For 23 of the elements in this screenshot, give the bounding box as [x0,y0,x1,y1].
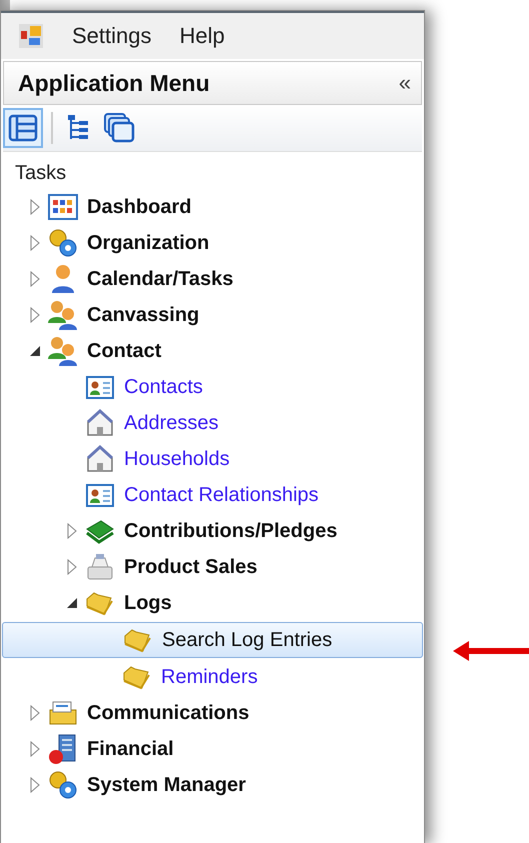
tree-item[interactable]: Contributions/Pledges [124,520,338,542]
menu-item[interactable]: Settings [72,23,152,49]
collapse-button[interactable]: « [396,70,413,96]
tree-link[interactable]: Search Log Entries [162,628,332,652]
tree-link[interactable]: Contact Relationships [124,484,319,506]
tree-item[interactable]: Organization [87,232,210,254]
panel-title: Application Menu [18,70,210,96]
tree-item[interactable]: Canvassing [87,304,200,326]
tree-link[interactable]: Reminders [161,666,258,688]
tree-item[interactable]: Dashboard [87,196,192,218]
tree-item[interactable]: Product Sales [124,556,258,578]
tree-item[interactable]: System Manager [87,774,246,796]
menu-item[interactable]: Help [180,23,225,49]
tree-item[interactable]: Communications [87,702,250,724]
section-label: Tasks [14,161,68,186]
tree-item[interactable]: Contact [87,340,162,362]
tree-link[interactable]: Addresses [124,412,218,434]
tree-item[interactable]: Financial [87,738,174,760]
tree-link[interactable]: Households [124,448,230,470]
tree-item[interactable]: Calendar/Tasks [87,268,234,290]
selected-tree-row[interactable]: Search Log Entries [2,622,423,658]
tree-item[interactable]: Logs [124,592,172,614]
tree-link[interactable]: Contacts [124,376,203,398]
